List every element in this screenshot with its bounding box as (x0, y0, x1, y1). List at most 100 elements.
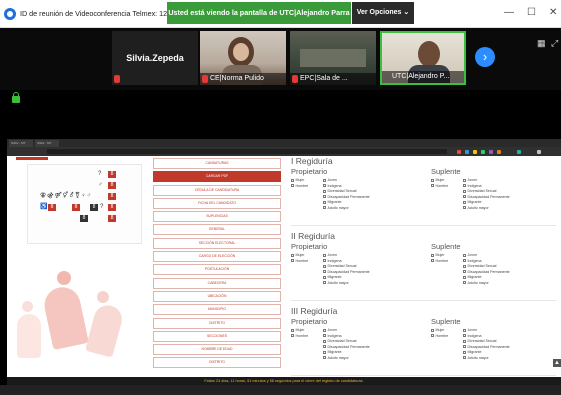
checkbox[interactable] (323, 328, 326, 332)
checkbox[interactable] (463, 259, 466, 263)
checkbox[interactable] (323, 345, 326, 349)
nav-button[interactable]: Distrito (153, 357, 281, 369)
nav-button[interactable]: Municipio (153, 304, 281, 316)
next-page-arrow-icon[interactable]: › (475, 47, 495, 67)
checkbox[interactable] (463, 350, 466, 354)
radio-button[interactable] (291, 328, 294, 332)
mic-muted-icon (114, 75, 120, 83)
radio-button[interactable] (291, 184, 294, 188)
participant-tile-active[interactable]: UTC|Alejandro P... (380, 31, 466, 85)
view-options-button[interactable]: Ver Opciones ⌄ (352, 2, 414, 24)
nav-button[interactable]: Secciones (153, 330, 281, 342)
radio-button[interactable] (431, 328, 434, 332)
checkbox[interactable] (323, 270, 326, 274)
regiduria-title: III Regiduría (291, 306, 338, 316)
group-option[interactable]: Adulto mayor (323, 356, 349, 362)
radio-button[interactable] (431, 184, 434, 188)
sex-option[interactable]: Hombre (431, 334, 448, 340)
nav-button[interactable]: Suplencias (153, 211, 281, 223)
nav-button[interactable]: General (153, 224, 281, 236)
option-label: Hombre (295, 333, 309, 338)
nav-button[interactable]: Cabecera (153, 277, 281, 289)
checkbox[interactable] (323, 178, 326, 182)
option-label: Adulto mayor (327, 280, 349, 285)
checkbox[interactable] (323, 189, 326, 193)
nav-button[interactable]: Cédula de Candidatura (153, 184, 281, 196)
count-badge: 8 (80, 215, 88, 222)
checkbox[interactable] (463, 253, 466, 257)
browser-tab: SIIAV - MT (9, 140, 33, 147)
checkbox[interactable] (463, 206, 466, 210)
radio-button[interactable] (431, 334, 434, 338)
radio-button[interactable] (291, 253, 294, 257)
radio-button[interactable] (431, 253, 434, 257)
sex-option[interactable]: Hombre (431, 259, 448, 265)
checkbox[interactable] (323, 200, 326, 204)
count-badge: 8 (108, 204, 116, 211)
scroll-to-top-icon[interactable]: ▲ (553, 359, 561, 367)
checkbox[interactable] (323, 195, 326, 199)
participant-tile[interactable]: CE|Norma Pulido (200, 31, 286, 85)
checkbox[interactable] (463, 200, 466, 204)
group-option[interactable]: Adulto mayor (323, 281, 349, 287)
nav-button[interactable]: Distrito (153, 317, 281, 329)
sex-option[interactable]: Hombre (291, 259, 308, 265)
sex-option[interactable]: Hombre (291, 334, 308, 340)
radio-button[interactable] (291, 334, 294, 338)
checkbox[interactable] (463, 328, 466, 332)
nav-button[interactable]: Nombre de Edad (153, 344, 281, 356)
checkbox[interactable] (463, 195, 466, 199)
participant-tile[interactable]: Silvia.Zepeda (112, 31, 198, 85)
inclusion-icons-panel: ? 8 ♂ 8 ⚢⚣⚤⚥⚦⚧♀♂ 8 ♿ 8 8 8 ? 8 8 8 (27, 164, 142, 244)
checkbox[interactable] (323, 275, 326, 279)
address-bar (47, 149, 447, 154)
nav-button[interactable]: Cargar PDF (153, 171, 281, 183)
checkbox[interactable] (463, 334, 466, 338)
checkbox[interactable] (463, 270, 466, 274)
group-option[interactable]: Adulto mayor (463, 356, 489, 362)
sex-option[interactable]: Hombre (291, 184, 308, 190)
radio-button[interactable] (431, 178, 434, 182)
checkbox[interactable] (463, 281, 466, 285)
gallery-view-icon[interactable]: ▦ (537, 38, 546, 49)
checkbox[interactable] (323, 259, 326, 263)
radio-button[interactable] (431, 259, 434, 263)
nav-button[interactable]: Ficha del Candidato (153, 197, 281, 209)
fullscreen-icon[interactable]: ⤢ (551, 38, 558, 49)
checkbox[interactable] (463, 356, 466, 360)
checkbox[interactable] (463, 275, 466, 279)
nav-button[interactable]: Ubicación (153, 290, 281, 302)
group-option[interactable]: Adulto mayor (323, 206, 349, 212)
nav-button[interactable]: Candaturas (153, 158, 281, 169)
nav-button[interactable]: Cargo de Elección (153, 251, 281, 263)
radio-button[interactable] (291, 178, 294, 182)
checkbox[interactable] (323, 184, 326, 188)
regiduria-section: III Regiduría Propietario Mujer Hombre Joven… (291, 306, 556, 376)
sex-option[interactable]: Hombre (431, 184, 448, 190)
figure-head (22, 301, 33, 312)
checkbox[interactable] (463, 345, 466, 349)
checkbox[interactable] (323, 356, 326, 360)
checkbox[interactable] (323, 264, 326, 268)
group-option[interactable]: Adulto mayor (463, 281, 489, 287)
minimize-button[interactable]: — (504, 7, 514, 19)
checkbox[interactable] (323, 350, 326, 354)
checkbox[interactable] (323, 206, 326, 210)
participant-tile[interactable]: EPC|Sala de ... (290, 31, 376, 85)
people-illustration (17, 261, 157, 376)
nav-button[interactable]: Postulación (153, 264, 281, 276)
checkbox[interactable] (463, 189, 466, 193)
checkbox[interactable] (463, 184, 466, 188)
maximize-button[interactable]: ☐ (527, 7, 536, 19)
checkbox[interactable] (463, 264, 466, 268)
group-option[interactable]: Adulto mayor (463, 206, 489, 212)
checkbox[interactable] (463, 339, 466, 343)
checkbox[interactable] (323, 253, 326, 257)
checkbox[interactable] (323, 281, 326, 285)
checkbox[interactable] (463, 178, 466, 182)
radio-button[interactable] (291, 259, 294, 263)
nav-button[interactable]: Sección Electoral (153, 237, 281, 249)
close-button[interactable]: ✕ (549, 7, 557, 19)
checkbox[interactable] (323, 339, 326, 343)
checkbox[interactable] (323, 334, 326, 338)
